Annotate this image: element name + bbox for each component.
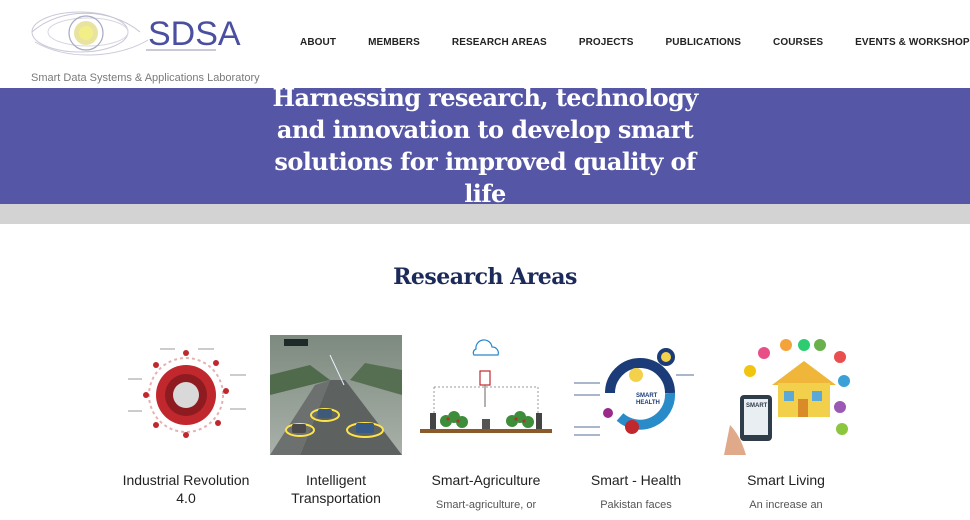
card-desc: Smart-agriculture, or — [435, 499, 537, 511]
nav-item-research-areas[interactable]: RESEARCH AREAS — [452, 37, 547, 48]
card-smart-health[interactable]: SMART HEALTH Smart - Health Pakistan fac… — [561, 335, 711, 515]
svg-text:SMART: SMART — [746, 403, 768, 409]
nav-item-courses[interactable]: COURSES — [773, 37, 823, 48]
card-industrial-revolution[interactable]: Industrial Revolution 4.0 — [111, 335, 261, 515]
card-desc: Pakistan faces — [600, 499, 672, 511]
smart-health-diagram-icon: SMART HEALTH — [570, 335, 702, 455]
nav-item-members[interactable]: MEMBERS — [368, 37, 420, 48]
nav-item-projects[interactable]: PROJECTS — [579, 37, 634, 48]
card-title: Smart - Health — [590, 472, 682, 488]
smart-home-icon: SMART — [720, 335, 852, 455]
section-title: Research Areas — [393, 264, 577, 290]
card-smart-living[interactable]: SMART Smart Living An increase an — [711, 335, 861, 515]
card-title: Intelligent Transportation — [291, 472, 381, 506]
card-intelligent-transportation[interactable]: Intelligent Transportation — [261, 335, 411, 515]
nav-item-events-workshops[interactable]: EVENTS & WORKSHOPS — [855, 37, 970, 48]
card-title: Smart-Agriculture — [431, 472, 541, 488]
card-title: Smart Living — [747, 472, 825, 488]
site-header: SDSA Smart Data Systems & Applications L… — [0, 0, 970, 88]
svg-text:HEALTH: HEALTH — [636, 400, 660, 406]
research-cards: Industrial Revolution 4.0 Intelligent Tr… — [111, 335, 861, 515]
smart-agriculture-diagram-icon — [420, 335, 552, 455]
main-nav: ABOUT MEMBERS RESEARCH AREAS PROJECTS PU… — [300, 37, 970, 48]
hero-banner: Harnessing research, technology and inno… — [0, 83, 970, 208]
nav-item-publications[interactable]: PUBLICATIONS — [666, 37, 741, 48]
svg-text:SMART: SMART — [636, 393, 658, 399]
card-smart-agriculture[interactable]: Smart-Agriculture Smart-agriculture, or — [411, 335, 561, 515]
industry-4-0-diagram-icon — [120, 335, 252, 455]
divider-band — [0, 204, 970, 224]
nav-item-about[interactable]: ABOUT — [300, 37, 336, 48]
card-desc: An increase an — [749, 499, 823, 511]
hero-headline: Harnessing research, technology and inno… — [272, 83, 698, 208]
logo-text: SDSA — [148, 15, 241, 53]
traffic-road-photo-icon — [270, 335, 402, 455]
sdsa-logo[interactable]: SDSA — [30, 2, 241, 66]
lab-tagline: Smart Data Systems & Applications Labora… — [31, 72, 260, 84]
card-title: Industrial Revolution 4.0 — [122, 472, 250, 506]
